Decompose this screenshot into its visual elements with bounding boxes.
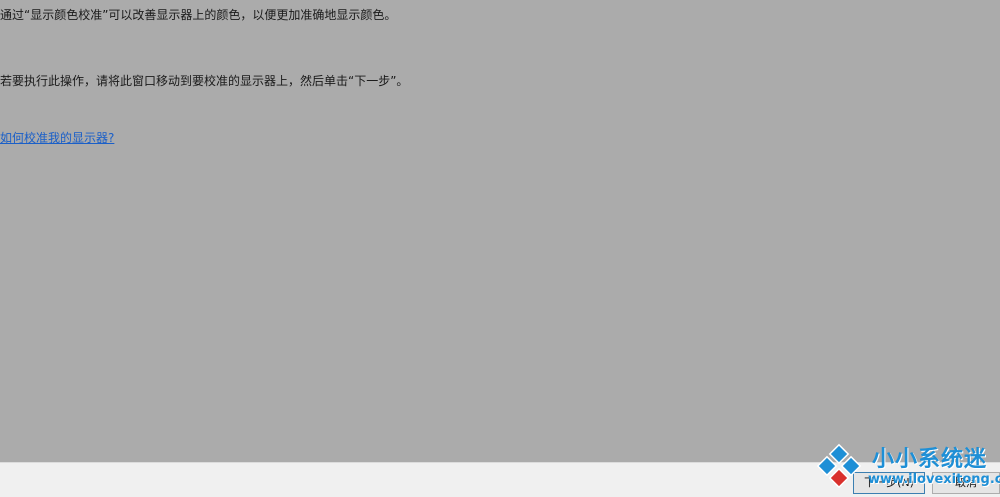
watermark-name: 小小系统迷 — [872, 447, 988, 472]
watermark-logo-icon — [816, 443, 862, 489]
color-calibration-window: 通过“显示颜色校准”可以改善显示器上的颜色，以便更加准确地显示颜色。 若要执行此… — [0, 0, 1000, 497]
wizard-content: 通过“显示颜色校准”可以改善显示器上的颜色，以便更加准确地显示颜色。 若要执行此… — [0, 0, 1000, 462]
intro-text: 通过“显示颜色校准”可以改善显示器上的颜色，以便更加准确地显示颜色。 — [0, 8, 397, 22]
watermark: 小小系统迷 www.ilovexitong.com — [810, 436, 1000, 494]
watermark-url: www.ilovexitong.com — [868, 472, 1000, 487]
help-link[interactable]: 如何校准我的显示器? — [0, 130, 114, 146]
instruction-text: 若要执行此操作，请将此窗口移动到要校准的显示器上，然后单击“下一步”。 — [0, 74, 409, 88]
